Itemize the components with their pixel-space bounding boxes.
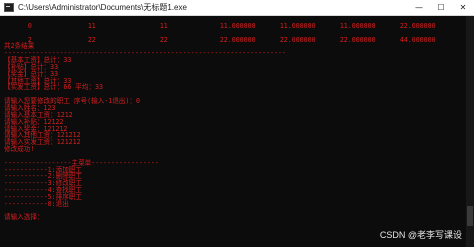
- table-cell: 22.000000: [279, 35, 316, 44]
- table-cell: 11: [159, 21, 168, 30]
- prompt-line: 请输入您要修改的职工 序号(输入-1退出)：0: [4, 97, 140, 106]
- scrollbar-thumb[interactable]: [467, 206, 473, 226]
- prompt-line: 请输入补贴：12122: [4, 117, 64, 126]
- minimize-button[interactable]: —: [408, 0, 430, 16]
- table-cell: 2: [27, 35, 32, 44]
- window-title: C:\Users\Administrator\Documents\无标题1.ex…: [18, 3, 187, 12]
- menu-item: -----------5:排序职工: [4, 192, 82, 201]
- prompt-line: 请输入基本工资：1212: [4, 110, 73, 119]
- csdn-watermark: CSDN @老李写课设: [379, 230, 462, 240]
- prompt-line: 请输入实发工资：121212: [4, 138, 81, 147]
- table-cell: 11.000000: [279, 21, 316, 30]
- vertical-scrollbar[interactable]: [466, 16, 474, 247]
- table-cell: 44.000000: [399, 35, 436, 44]
- console-window: C:\Users\Administrator\Documents\无标题1.ex…: [0, 0, 474, 247]
- table-row: 0 11 11 11.000000 11.000000 11.000000 22.00000…: [0, 16, 466, 29]
- close-button[interactable]: ✕: [452, 0, 474, 16]
- table-cell: 22.000000: [219, 35, 256, 44]
- title-bar: C:\Users\Administrator\Documents\无标题1.ex…: [0, 0, 474, 16]
- summary-line: 【基本工资】总计：33: [4, 56, 72, 65]
- menu-item: -----------0:退出: [4, 199, 69, 208]
- table-cell: 0: [27, 21, 32, 30]
- table-cell: 11: [87, 21, 96, 30]
- console-output[interactable]: 0 11 11 11.000000 11.000000 11.000000 22.00000…: [0, 16, 466, 247]
- table-row: 2 22 22 22.000000 22.000000 22.000000 44.00000…: [0, 30, 466, 43]
- console-app-icon: [4, 3, 14, 12]
- input-prompt-line[interactable]: 请输入选择：: [0, 214, 466, 221]
- table-cell: 11.000000: [219, 21, 256, 30]
- table-cell: 22.000000: [339, 35, 376, 44]
- summary-line: 【实发工资】总计：66 平均：33: [4, 83, 103, 92]
- summary-line: 【补贴】总计：33: [4, 62, 59, 71]
- table-cell: 11.000000: [339, 21, 376, 30]
- maximize-button[interactable]: ☐: [430, 0, 452, 16]
- table-cell: 22: [87, 35, 96, 44]
- table-cell: 22: [159, 35, 168, 44]
- table-cell: 22.000000: [399, 21, 436, 30]
- status-line: 修改成功!: [4, 145, 35, 154]
